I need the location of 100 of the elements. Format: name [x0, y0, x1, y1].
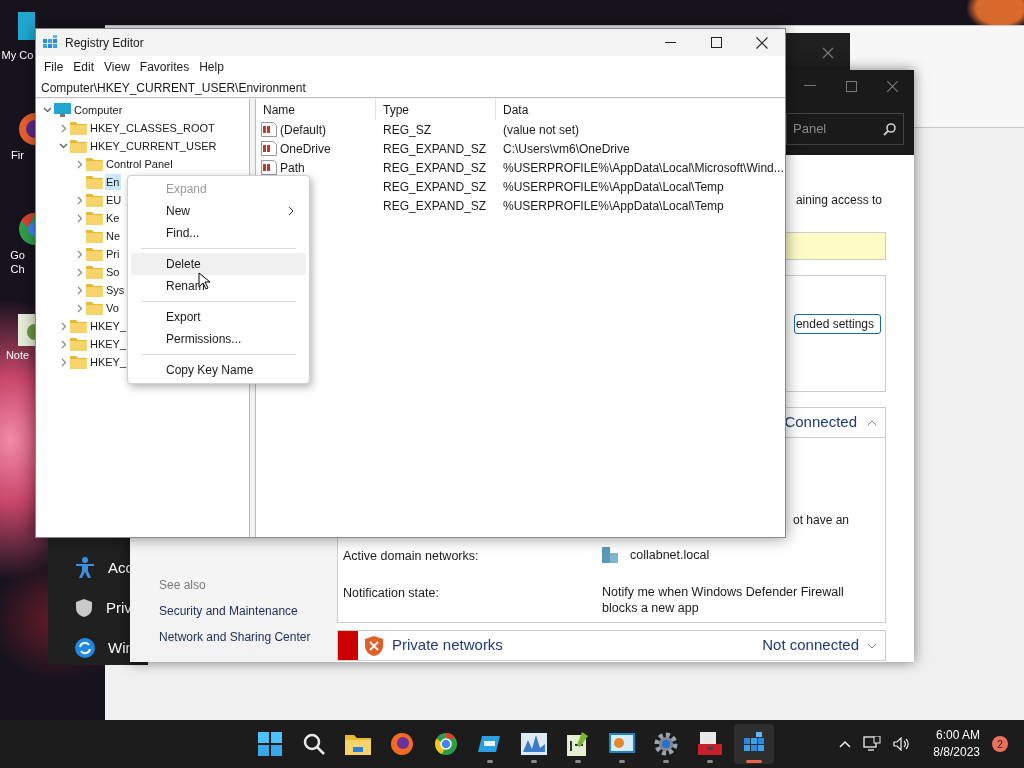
table-cell-text: REG_EXPAND_SZ — [382, 178, 488, 196]
table-cell-text: OneDrive — [280, 140, 331, 158]
remote-desktop-icon[interactable] — [609, 733, 635, 755]
chevron-right-icon — [288, 206, 294, 216]
chevron-right-icon[interactable] — [76, 159, 83, 169]
desktop-icon-label[interactable]: Go — [10, 248, 25, 262]
folder-icon — [86, 301, 103, 315]
drive-icon[interactable] — [478, 734, 502, 754]
minimize-icon[interactable] — [664, 42, 676, 43]
tree-item[interactable]: HKEY_ — [89, 353, 129, 371]
context-menu-item[interactable]: Find... — [131, 222, 306, 244]
folder-icon — [86, 265, 103, 279]
notification-badge[interactable]: 2 — [992, 736, 1008, 752]
tree-item[interactable]: En — [105, 173, 122, 191]
tree-item[interactable]: Ne — [105, 227, 123, 245]
menu-item[interactable]: Favorites — [134, 58, 195, 76]
tree-item[interactable]: Computer — [73, 101, 125, 119]
tree-item[interactable]: So — [105, 263, 122, 281]
chevron-down-icon[interactable] — [43, 107, 52, 113]
network-title: Private networks — [392, 635, 503, 656]
column-header[interactable]: Data — [496, 99, 785, 120]
desktop-icon-label[interactable]: Fir — [11, 148, 24, 162]
string-value-icon — [261, 122, 277, 137]
tree-item[interactable]: HKEY_CLASSES_ROOT — [89, 119, 217, 137]
folder-icon — [70, 355, 87, 369]
tree-item[interactable]: HKEY_CURRENT_USER — [89, 137, 219, 155]
table-cell-text: REG_EXPAND_SZ — [382, 159, 488, 177]
shield-icon — [75, 598, 93, 618]
search-field[interactable]: Panel — [786, 113, 904, 145]
context-menu-item[interactable]: Delete — [131, 253, 306, 275]
browser-icon[interactable] — [390, 732, 414, 756]
tree-item[interactable]: HKEY_ — [89, 317, 129, 335]
windows-logo-icon[interactable] — [258, 732, 282, 756]
maximize-icon[interactable] — [710, 37, 722, 48]
detail-text: ot have an — [792, 512, 849, 529]
folder-icon — [86, 157, 103, 171]
network-status: Connected — [784, 412, 857, 433]
folder-icon — [70, 337, 87, 351]
table-cell-text: %USERPROFILE%\AppData\Local\Temp — [502, 178, 724, 196]
context-menu-item[interactable]: New — [131, 200, 306, 222]
table-cell-text: (value not set) — [502, 121, 580, 139]
cubes-icon — [43, 34, 59, 51]
menu-item[interactable]: Edit — [68, 58, 100, 76]
table-cell-text: Path — [280, 159, 305, 177]
browser-icon[interactable] — [434, 732, 458, 756]
network-header[interactable]: Private networks Not connected — [337, 630, 886, 661]
table-cell-text: %USERPROFILE%\AppData\Local\Microsoft\Wind... — [502, 159, 784, 177]
folder-icon — [86, 283, 103, 297]
desktop-icon-label[interactable]: Note — [5, 348, 30, 362]
folder-icon — [86, 175, 103, 189]
table-cell-text: REG_EXPAND_SZ — [382, 140, 488, 158]
folder-icon[interactable] — [345, 733, 371, 755]
volume-icon[interactable] — [893, 737, 912, 751]
chevron-down-icon[interactable] — [867, 642, 877, 649]
menu-item[interactable]: File — [39, 58, 69, 76]
recommended-settings-button[interactable]: ended settings — [793, 314, 881, 334]
notepad-icon — [18, 312, 35, 346]
chevron-right-icon[interactable] — [60, 123, 67, 133]
tree-item[interactable]: HKEY_ — [89, 335, 129, 353]
tree-item[interactable]: Vo — [105, 299, 121, 317]
desktop-icon-label[interactable]: My Co — [1, 48, 34, 62]
detail-value: collabnet.local — [630, 547, 711, 563]
refresh-icon — [75, 638, 95, 658]
tree-item[interactable]: Control Panel — [105, 155, 175, 173]
search-input[interactable]: Panel — [793, 119, 873, 139]
detail-label: Notification state: — [343, 584, 440, 602]
clock[interactable]: 6:00 AM 8/8/2023 — [933, 727, 980, 761]
see-also-heading: See also — [159, 577, 207, 594]
tree-item[interactable]: Pri — [105, 245, 122, 263]
folder-icon — [86, 229, 103, 243]
folder-icon — [86, 211, 103, 225]
folder-icon — [86, 193, 103, 207]
tree-item[interactable]: Sys — [105, 281, 127, 299]
see-also-link[interactable]: Network and Sharing Center — [159, 628, 337, 646]
menu-item[interactable]: Help — [194, 58, 229, 76]
address-bar[interactable]: Computer\HKEY_CURRENT_USER\Environment — [36, 78, 785, 98]
column-header[interactable]: Type — [376, 99, 496, 120]
tree-item[interactable]: Ke — [105, 209, 122, 227]
see-also-link[interactable]: Security and Maintenance — [159, 602, 337, 620]
gear-icon[interactable] — [654, 732, 678, 756]
table-cell-text: %USERPROFILE%\AppData\Local\Temp — [502, 197, 724, 215]
table-cell-text: REG_EXPAND_SZ — [382, 197, 488, 215]
column-header[interactable]: Name — [256, 99, 376, 120]
description-text: aining access to — [795, 192, 882, 209]
monitor-icon — [54, 102, 71, 118]
context-menu-item[interactable]: Export — [131, 306, 306, 328]
desktop-icon-label[interactable]: Ch — [10, 262, 25, 276]
close-icon[interactable] — [756, 36, 768, 49]
chevron-down-icon[interactable] — [59, 143, 68, 149]
network-icon[interactable] — [863, 736, 882, 752]
toolbox-icon[interactable] — [698, 732, 722, 756]
search-icon[interactable] — [883, 122, 897, 136]
menu-item[interactable]: View — [99, 58, 135, 76]
context-menu-item[interactable]: Permissions... — [131, 328, 306, 350]
string-value-icon — [261, 141, 277, 156]
context-menu-item[interactable]: Copy Key Name — [131, 359, 306, 381]
tree-item[interactable]: EU — [105, 191, 124, 209]
notepad-icon[interactable] — [567, 732, 589, 756]
search-icon[interactable] — [302, 732, 326, 756]
folder-icon — [70, 139, 87, 153]
